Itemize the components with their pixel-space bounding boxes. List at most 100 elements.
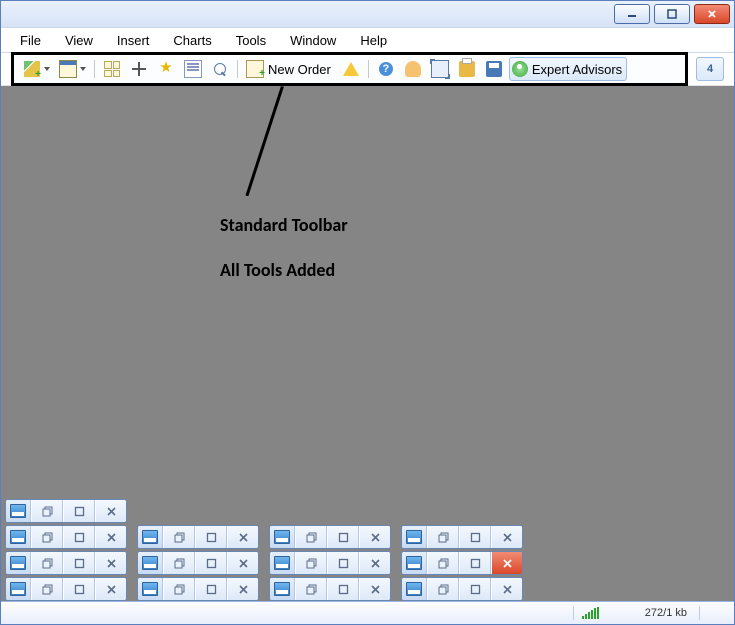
document-icon (184, 60, 202, 78)
chart-window-icon (138, 552, 163, 574)
mw-restore-button[interactable] (427, 552, 459, 574)
toolbar-area: ★ New Order ? Expert Advisors 4 (1, 53, 734, 86)
mw-restore-button[interactable] (295, 526, 327, 548)
mw-close-button[interactable] (491, 552, 522, 574)
mw-close-button[interactable] (95, 526, 126, 548)
minimized-chart-window-active[interactable] (401, 551, 523, 575)
expert-advisors-button[interactable]: Expert Advisors (509, 57, 627, 81)
mw-maximize-button[interactable] (63, 500, 95, 522)
mw-maximize-button[interactable] (63, 552, 95, 574)
mw-close-button[interactable] (359, 526, 390, 548)
mw-maximize-button[interactable] (327, 578, 359, 600)
mw-restore-button[interactable] (427, 526, 459, 548)
minimized-chart-window[interactable] (5, 577, 127, 601)
menu-tools[interactable]: Tools (225, 29, 277, 52)
chart-window-icon (6, 552, 31, 574)
maximize-button[interactable] (654, 4, 690, 24)
favorites-button[interactable]: ★ (154, 57, 178, 81)
toolbar-separator (237, 60, 238, 78)
mw-restore-button[interactable] (31, 500, 63, 522)
mw-maximize-button[interactable] (327, 526, 359, 548)
crosshair-button[interactable] (127, 57, 151, 81)
expert-advisor-icon (512, 61, 528, 77)
mw-restore-button[interactable] (31, 578, 63, 600)
mw-maximize-button[interactable] (327, 552, 359, 574)
menu-view[interactable]: View (54, 29, 104, 52)
mw-restore-button[interactable] (163, 552, 195, 574)
mw-maximize-button[interactable] (63, 578, 95, 600)
toolbar-separator (94, 60, 95, 78)
mw-close-button[interactable] (359, 552, 390, 574)
new-order-button[interactable]: New Order (243, 57, 336, 81)
mw-restore-button[interactable] (163, 578, 195, 600)
mw-close-button[interactable] (227, 578, 258, 600)
standard-toolbar: ★ New Order ? Expert Advisors (11, 52, 688, 86)
minimized-chart-window[interactable] (269, 525, 391, 549)
minimized-chart-window[interactable] (137, 551, 259, 575)
mw-close-button[interactable] (95, 500, 126, 522)
tile-windows-button[interactable] (100, 57, 124, 81)
chart-window-icon (6, 526, 31, 548)
alert-button[interactable] (339, 57, 363, 81)
mw-close-button[interactable] (491, 526, 522, 548)
toolbar-cluster-button[interactable]: 4 (696, 57, 724, 81)
navigator-button[interactable] (208, 57, 232, 81)
mw-restore-button[interactable] (31, 552, 63, 574)
mw-close-button[interactable] (359, 578, 390, 600)
profiles-button[interactable] (56, 57, 80, 81)
menu-help[interactable]: Help (349, 29, 398, 52)
print-button[interactable] (455, 57, 479, 81)
tile-icon (104, 61, 120, 77)
menu-insert[interactable]: Insert (106, 29, 161, 52)
fullscreen-button[interactable] (428, 57, 452, 81)
mw-restore-button[interactable] (31, 526, 63, 548)
menu-file[interactable]: File (9, 29, 52, 52)
mw-maximize-button[interactable] (459, 526, 491, 548)
mw-restore-button[interactable] (295, 578, 327, 600)
mw-maximize-button[interactable] (459, 552, 491, 574)
mw-close-button[interactable] (95, 578, 126, 600)
minimized-chart-window[interactable] (401, 577, 523, 601)
chart-window-icon (402, 578, 427, 600)
annotation-title: Standard Toolbar (220, 214, 348, 236)
help-button[interactable]: ? (374, 57, 398, 81)
mw-maximize-button[interactable] (195, 578, 227, 600)
annotation-leader-line (245, 86, 283, 196)
menu-charts[interactable]: Charts (162, 29, 222, 52)
toolbar-separator (368, 60, 369, 78)
new-chart-button[interactable] (20, 57, 44, 81)
mw-restore-button[interactable] (295, 552, 327, 574)
mw-close-button[interactable] (227, 526, 258, 548)
close-button[interactable] (694, 4, 730, 24)
mw-restore-button[interactable] (163, 526, 195, 548)
chart-window-icon (270, 526, 295, 548)
menu-window[interactable]: Window (279, 29, 347, 52)
minimize-button[interactable] (614, 4, 650, 24)
minimized-chart-window[interactable] (5, 525, 127, 549)
minimized-chart-window[interactable] (137, 577, 259, 601)
new-order-label: New Order (268, 62, 331, 77)
mw-maximize-button[interactable] (195, 526, 227, 548)
mw-close-button[interactable] (95, 552, 126, 574)
chart-window-icon (6, 500, 31, 522)
minimized-chart-window[interactable] (137, 525, 259, 549)
save-icon (486, 61, 502, 77)
minimized-chart-window[interactable] (5, 499, 127, 523)
mw-maximize-button[interactable] (195, 552, 227, 574)
minimized-chart-window[interactable] (5, 551, 127, 575)
mw-restore-button[interactable] (427, 578, 459, 600)
data-window-button[interactable] (181, 57, 205, 81)
mw-maximize-button[interactable] (459, 578, 491, 600)
mw-maximize-button[interactable] (63, 526, 95, 548)
chart-window-icon (402, 552, 427, 574)
accounts-button[interactable] (401, 57, 425, 81)
mw-close-button[interactable] (227, 552, 258, 574)
connection-signal-icon (582, 607, 599, 619)
statusbar-separator (699, 606, 700, 620)
mw-close-button[interactable] (491, 578, 522, 600)
minimized-chart-window[interactable] (269, 577, 391, 601)
save-button[interactable] (482, 57, 506, 81)
minimized-chart-window[interactable] (269, 551, 391, 575)
minimized-windows (1, 497, 523, 601)
minimized-chart-window[interactable] (401, 525, 523, 549)
